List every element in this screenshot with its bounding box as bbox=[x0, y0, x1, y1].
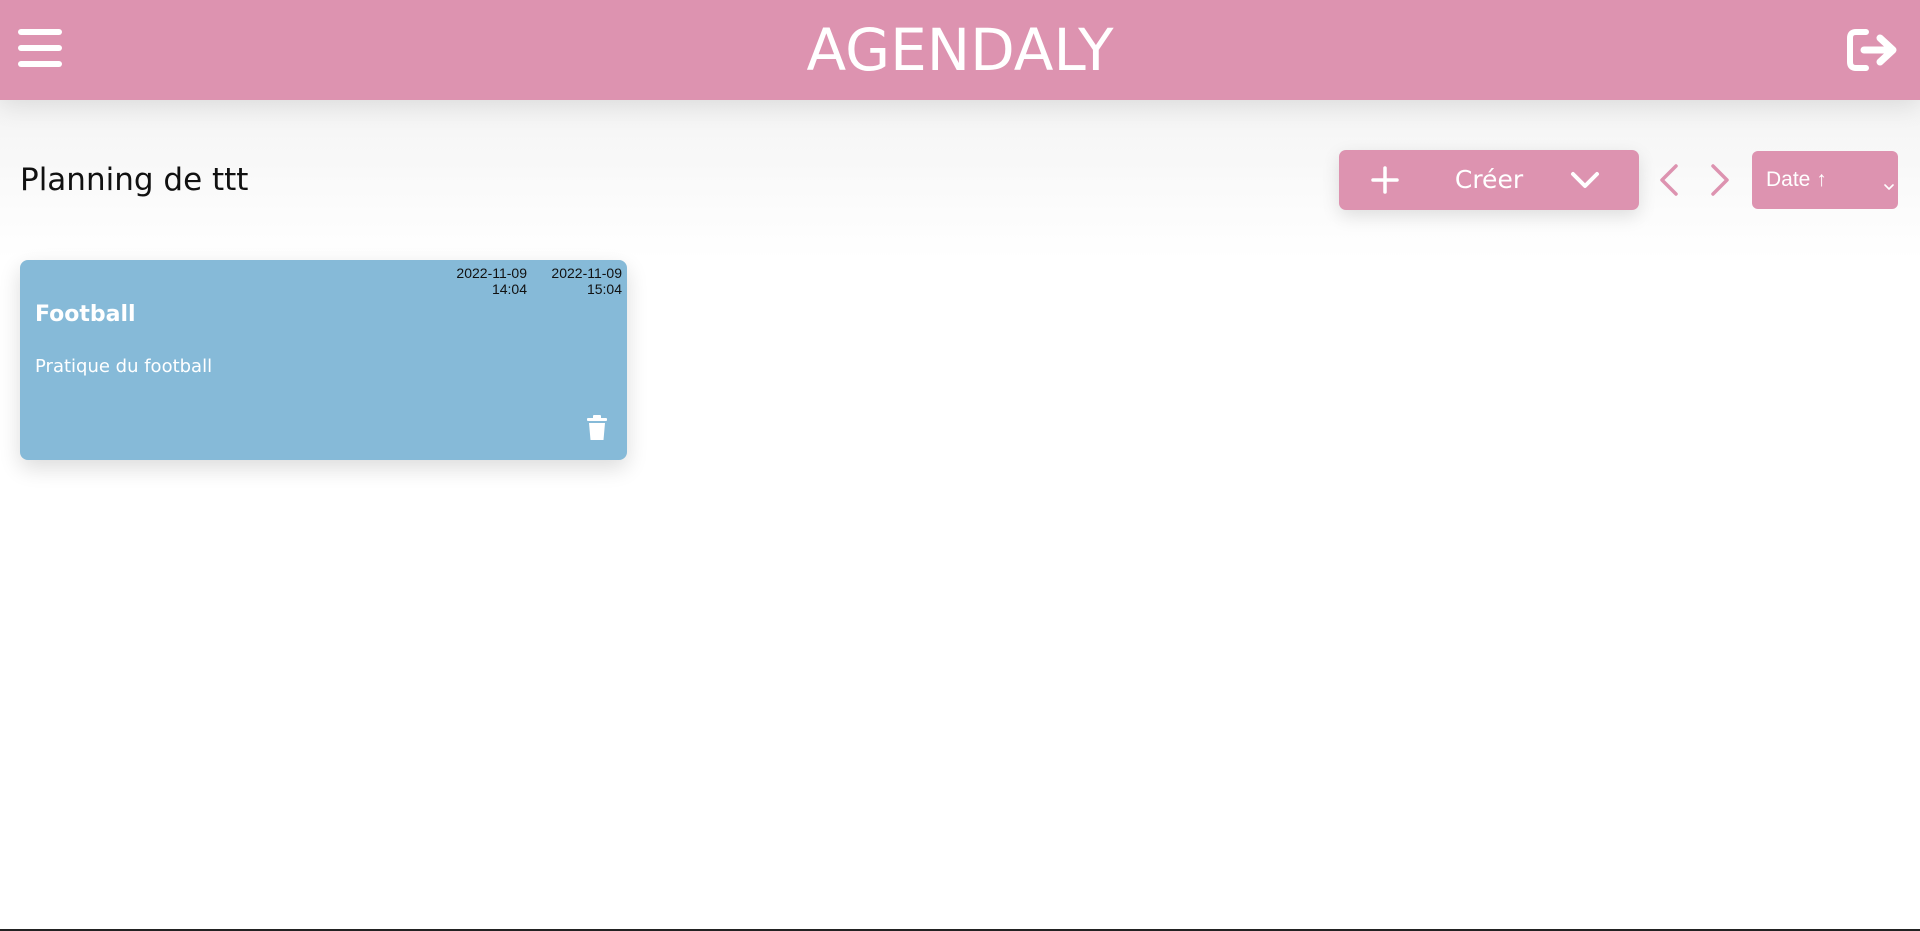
event-card[interactable]: 2022-11-09 14:04 2022-11-09 15:04 Footba… bbox=[20, 260, 627, 460]
event-end: 2022-11-09 15:04 bbox=[551, 265, 622, 297]
event-end-time: 15:04 bbox=[586, 281, 622, 297]
app-title: AGENDALY bbox=[806, 16, 1114, 84]
event-end-date: 2022-11-09 bbox=[551, 265, 622, 281]
app-header: AGENDALY bbox=[0, 0, 1920, 100]
page-title: Planning de ttt bbox=[20, 162, 249, 198]
chevron-right-icon[interactable] bbox=[1708, 162, 1732, 198]
chevron-down-icon[interactable] bbox=[1569, 168, 1601, 192]
create-button[interactable]: Créer bbox=[1339, 150, 1639, 210]
caret-down-icon bbox=[1884, 176, 1894, 190]
event-description: Pratique du football bbox=[35, 356, 213, 377]
event-start: 2022-11-09 14:04 bbox=[456, 265, 527, 297]
chevron-left-icon[interactable] bbox=[1657, 162, 1681, 198]
trash-icon[interactable] bbox=[586, 415, 608, 441]
event-title: Football bbox=[35, 302, 136, 327]
event-start-date: 2022-11-09 bbox=[456, 265, 527, 281]
logout-icon[interactable] bbox=[1846, 26, 1900, 74]
event-start-time: 14:04 bbox=[491, 281, 527, 297]
sort-select-value: Date ↑ bbox=[1766, 168, 1827, 191]
sort-select[interactable]: Date ↑ bbox=[1752, 151, 1898, 209]
